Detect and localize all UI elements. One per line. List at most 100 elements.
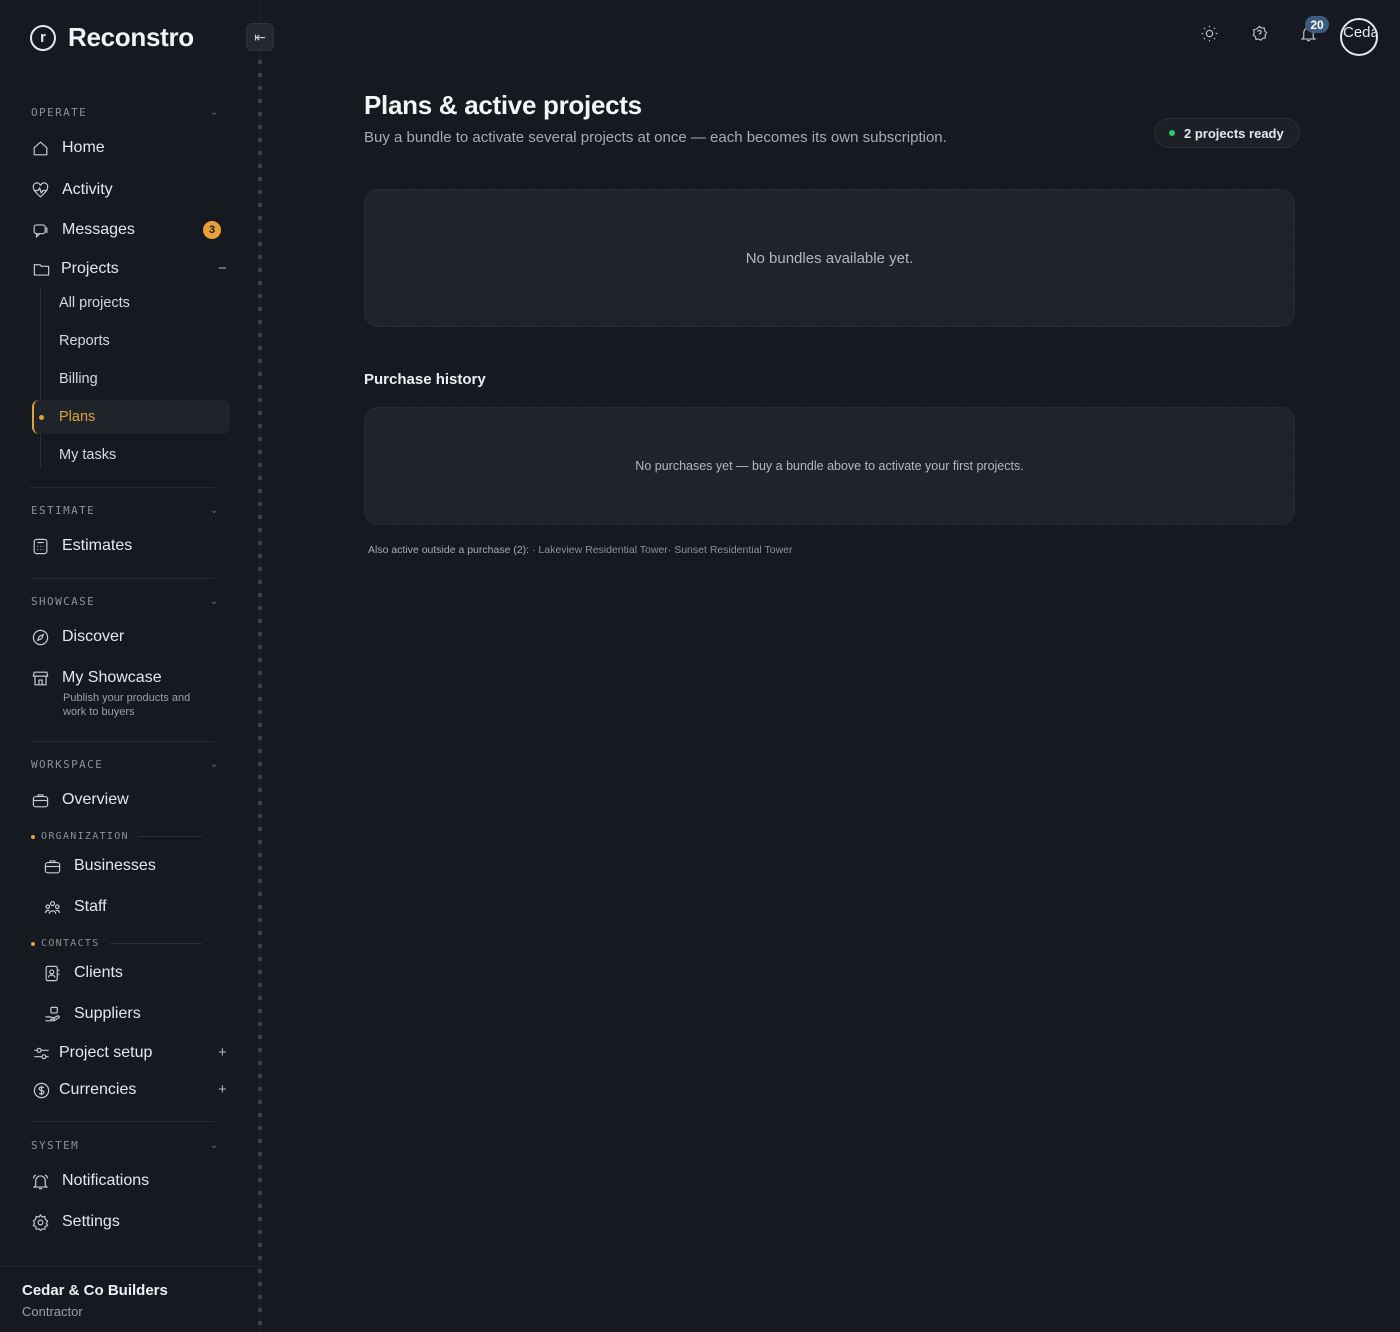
- chevron-down-icon[interactable]: ⌄: [210, 596, 218, 607]
- sidebar-subitem-billing[interactable]: Billing: [59, 371, 98, 387]
- sidebar-item-label: Currencies: [59, 1081, 137, 1098]
- sidebar-item-clients[interactable]: Clients: [42, 963, 123, 983]
- sidebar-item-settings[interactable]: Settings: [30, 1212, 120, 1232]
- notifications-count-badge: 20: [1305, 16, 1329, 33]
- group-label: CONTACTS: [41, 938, 100, 949]
- sidebar-item-label: Projects: [61, 260, 119, 277]
- sidebar-item-label: Activity: [62, 181, 113, 198]
- briefcase-icon: [42, 856, 62, 876]
- folder-icon: [31, 259, 51, 279]
- projects-collapse-toggle[interactable]: −: [218, 260, 227, 277]
- sidebar-subitem-plans[interactable]: Plans: [59, 409, 95, 425]
- bundles-empty-state: No bundles available yet.: [364, 189, 1295, 327]
- section-title-operate: OPERATE: [31, 106, 88, 119]
- sidebar-item-label: Settings: [62, 1213, 120, 1230]
- currencies-expand-toggle[interactable]: +: [218, 1081, 227, 1098]
- brand[interactable]: r Reconstro: [30, 22, 194, 53]
- sidebar-item-label: Clients: [74, 964, 123, 981]
- sidebar-item-suppliers[interactable]: Suppliers: [42, 1004, 141, 1024]
- section-title-estimate: ESTIMATE: [31, 504, 96, 517]
- sidebar-subitem-my-tasks[interactable]: My tasks: [59, 447, 116, 463]
- brand-name: Reconstro: [68, 22, 194, 52]
- home-icon: [30, 138, 50, 158]
- gear-icon: [30, 1212, 50, 1232]
- bell-icon: [30, 1171, 50, 1191]
- page-title: Plans & active projects: [364, 90, 642, 120]
- sidebar-item-label: Project setup: [59, 1044, 153, 1061]
- sidebar-item-notifications[interactable]: Notifications: [30, 1171, 149, 1191]
- group-divider: [110, 943, 202, 944]
- also-active-list: · Lakeview Residential Tower· Sunset Res…: [529, 544, 793, 556]
- group-dot: [31, 941, 35, 946]
- also-active-label: Also active outside a purchase (2):: [368, 544, 530, 556]
- project-setup-expand-toggle[interactable]: +: [218, 1044, 227, 1061]
- sun-icon: [1200, 24, 1219, 48]
- sidebar-footer-account[interactable]: Cedar & Co Builders Contractor: [0, 1266, 260, 1332]
- sliders-icon: [31, 1043, 51, 1063]
- sidebar-item-staff[interactable]: Staff: [42, 897, 107, 917]
- submenu-rail: [40, 288, 41, 468]
- my-showcase-description: Publish your products and work to buyers: [63, 692, 191, 718]
- projects-ready-label: 2 projects ready: [1184, 125, 1284, 141]
- collapse-left-icon: ⇤: [254, 28, 266, 45]
- sidebar-item-projects[interactable]: Projects: [31, 259, 119, 279]
- sidebar-item-businesses[interactable]: Businesses: [42, 856, 156, 876]
- divider: [30, 1121, 215, 1122]
- section-title-workspace: WORKSPACE: [31, 758, 104, 771]
- chevron-down-icon[interactable]: ⌄: [210, 107, 218, 118]
- sidebar-item-overview[interactable]: Overview: [30, 790, 129, 810]
- sidebar-item-label: Businesses: [74, 857, 156, 874]
- sidebar-item-discover[interactable]: Discover: [30, 627, 124, 647]
- sidebar-item-activity[interactable]: Activity: [30, 180, 113, 200]
- storefront-icon: [30, 668, 50, 688]
- group-divider: [138, 836, 202, 837]
- bundles-empty-text: No bundles available yet.: [745, 249, 914, 267]
- hand-box-icon: [42, 1004, 62, 1024]
- purchases-empty-state: No purchases yet — buy a bundle above to…: [364, 407, 1295, 525]
- calculator-icon: [30, 536, 50, 556]
- divider: [30, 487, 215, 488]
- contact-card-icon: [42, 963, 62, 983]
- sidebar-item-label: Home: [62, 139, 105, 156]
- group-dot: [31, 834, 35, 839]
- purchase-history-title: Purchase history: [364, 371, 486, 388]
- group-title-organization: ORGANIZATION: [31, 831, 129, 842]
- messages-unread-badge: 3: [203, 221, 221, 239]
- help-badge-icon: [1250, 24, 1269, 48]
- sidebar-subitem-all-projects[interactable]: All projects: [59, 295, 130, 311]
- projects-ready-badge: 2 projects ready: [1154, 118, 1300, 148]
- sidebar-item-currencies[interactable]: Currencies: [31, 1080, 136, 1100]
- divider: [30, 741, 215, 742]
- theme-toggle-button[interactable]: [1198, 25, 1220, 47]
- sidebar-item-estimates[interactable]: Estimates: [30, 536, 132, 556]
- brand-logo-icon: r: [30, 24, 56, 51]
- also-active-projects: Also active outside a purchase (2): · La…: [368, 544, 793, 556]
- section-title-system: SYSTEM: [31, 1139, 80, 1152]
- section-title-showcase: SHOWCASE: [31, 595, 96, 608]
- sidebar-item-label: Overview: [62, 791, 129, 808]
- sidebar-item-home[interactable]: Home: [30, 138, 105, 158]
- sidebar-item-my-showcase[interactable]: My Showcase: [30, 668, 162, 688]
- chevron-down-icon[interactable]: ⌄: [210, 505, 218, 516]
- briefcase-icon: [30, 790, 50, 810]
- collapse-sidebar-button[interactable]: ⇤: [246, 23, 274, 51]
- sidebar-item-label: Suppliers: [74, 1005, 141, 1022]
- help-button[interactable]: [1248, 25, 1270, 47]
- divider: [30, 578, 215, 579]
- page-subtitle: Buy a bundle to activate several project…: [364, 129, 947, 146]
- company-name: Cedar & Co Builders: [22, 1282, 168, 1299]
- sidebar-item-label: Discover: [62, 628, 125, 645]
- active-indicator-dot: [39, 415, 44, 420]
- sidebar-item-label: Notifications: [62, 1172, 150, 1189]
- company-role: Contractor: [22, 1304, 83, 1319]
- purchases-empty-text: No purchases yet — buy a bundle above to…: [635, 459, 1024, 473]
- chat-bubble-icon: [30, 220, 50, 240]
- sidebar-item-messages[interactable]: Messages: [30, 220, 135, 240]
- chevron-down-icon[interactable]: ⌄: [210, 759, 218, 770]
- chevron-down-icon[interactable]: ⌄: [210, 1140, 218, 1151]
- sidebar-subitem-reports[interactable]: Reports: [59, 333, 110, 349]
- avatar[interactable]: Cedar: [1340, 18, 1378, 56]
- sidebar-item-project-setup[interactable]: Project setup: [31, 1043, 152, 1063]
- sidebar-item-label: Estimates: [62, 537, 133, 554]
- sidebar: r Reconstro OPERATE ⌄ Home Activity Mess…: [0, 0, 262, 1332]
